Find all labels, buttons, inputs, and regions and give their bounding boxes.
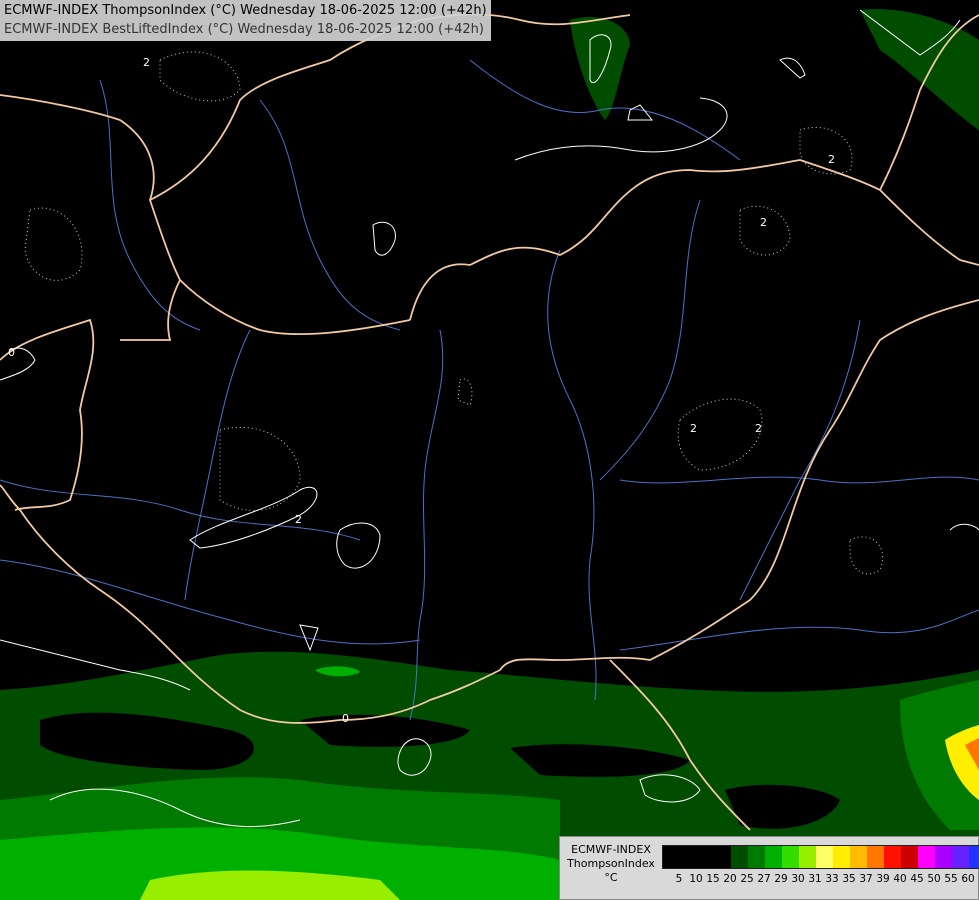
contour-label: 2 [690, 422, 697, 435]
legend-tick-label: 50 [927, 873, 941, 885]
legend-swatch [833, 846, 850, 868]
map-title-line-1: ECMWF-INDEX ThompsonIndex (°C) Wednesday… [4, 3, 487, 18]
legend-swatch [935, 846, 952, 868]
legend-tick-label: 25 [740, 873, 754, 885]
legend-tick-label: 5 [675, 873, 683, 885]
legend-swatch [697, 846, 714, 868]
legend-tick-label: 29 [774, 873, 788, 885]
legend-swatch [663, 846, 680, 868]
contour-label: 2 [143, 56, 150, 69]
legend-color-bar [662, 845, 979, 869]
legend-swatch [799, 846, 816, 868]
map-title-line-2: ECMWF-INDEX BestLiftedIndex (°C) Wednesd… [4, 22, 484, 37]
legend-tick-label: 27 [757, 873, 771, 885]
legend-swatch [748, 846, 765, 868]
legend-tick-label: 31 [808, 873, 822, 885]
legend-swatch [765, 846, 782, 868]
legend-tick-label: 45 [910, 873, 924, 885]
legend-tick-label: 39 [876, 873, 890, 885]
legend-tick-label: 33 [825, 873, 839, 885]
contour-label: 2 [755, 422, 762, 435]
legend-tick-label: 60 [961, 873, 975, 885]
legend-label-line-2: ThompsonIndex [567, 857, 655, 870]
legend-tick-label: 35 [842, 873, 856, 885]
legend-label-line-1: ECMWF-INDEX [571, 843, 651, 856]
contour-label: 0 [8, 346, 15, 359]
legend-tick-label: 37 [859, 873, 873, 885]
weather-map: 2 2 0 2 2 2 2 0 [0, 0, 979, 900]
legend-tick-label: 20 [723, 873, 737, 885]
legend-tick-label: 30 [791, 873, 805, 885]
legend-tick-label: 40 [893, 873, 907, 885]
legend-swatch [782, 846, 799, 868]
legend-swatch [918, 846, 935, 868]
legend-swatch [884, 846, 901, 868]
legend-swatch [816, 846, 833, 868]
legend-swatch [952, 846, 969, 868]
legend-tick-label: 55 [944, 873, 958, 885]
legend-label-line-3: °C [604, 871, 618, 884]
legend-swatch [731, 846, 748, 868]
legend-tick-label: 15 [706, 873, 720, 885]
contour-label: 2 [828, 153, 835, 166]
contour-label: 2 [295, 513, 302, 526]
contour-label: 2 [760, 216, 767, 229]
legend-swatch [714, 846, 731, 868]
contour-label: 0 [342, 712, 349, 725]
legend-swatch [969, 846, 979, 868]
legend-swatch [901, 846, 918, 868]
legend-swatch [867, 846, 884, 868]
legend-tick-label: 10 [689, 873, 703, 885]
legend-swatch [680, 846, 697, 868]
legend-label: ECMWF-INDEX ThompsonIndex °C [562, 843, 660, 885]
map-title-box: ECMWF-INDEX ThompsonIndex (°C) Wednesday… [0, 0, 491, 41]
color-legend: ECMWF-INDEX ThompsonIndex °C 5 10 15 20 25 27… [559, 836, 979, 900]
legend-swatch [850, 846, 867, 868]
